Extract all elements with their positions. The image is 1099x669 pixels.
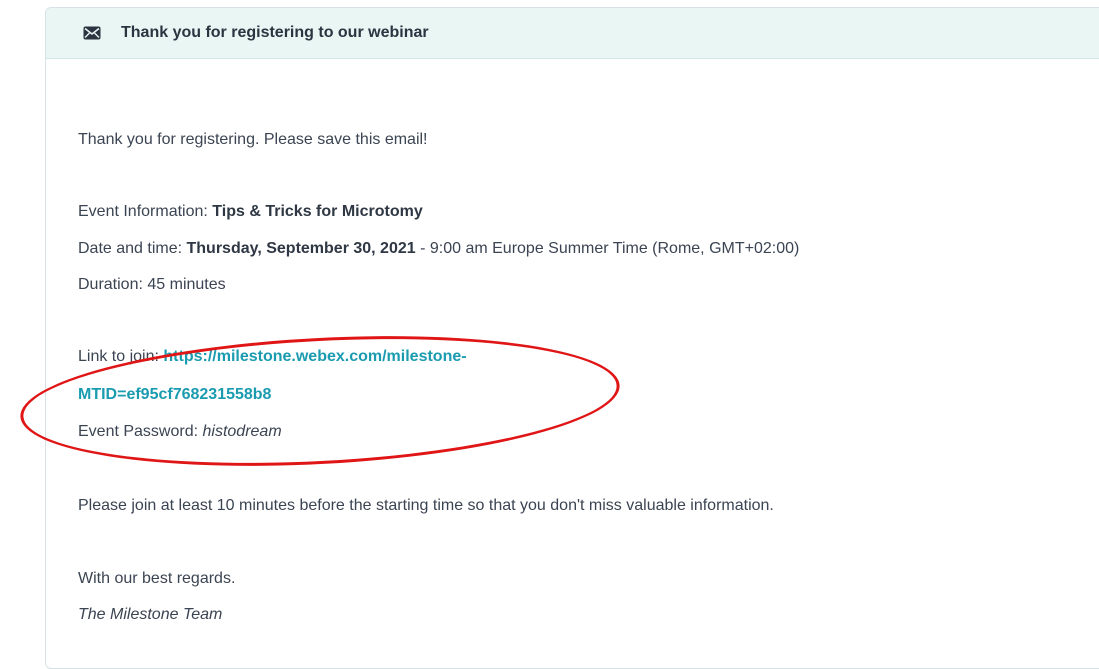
event-time: - 9:00 am Europe Summer Time (Rome, GMT+… bbox=[415, 240, 800, 257]
event-info-label: Event Information: bbox=[78, 203, 213, 220]
event-info-line: Event Information: Tips & Tricks for Mic… bbox=[78, 203, 423, 221]
date-label: Date and time: bbox=[78, 240, 187, 257]
event-name: Tips & Tricks for Microtomy bbox=[212, 203, 423, 220]
greeting-text: Thank you for registering. Please save t… bbox=[78, 131, 428, 148]
event-password: histodream bbox=[202, 423, 282, 440]
link-line: Link to join: https://milestone.webex.co… bbox=[78, 348, 467, 366]
event-date: Thursday, September 30, 2021 bbox=[186, 240, 416, 257]
envelope-icon bbox=[83, 26, 101, 40]
advice-text: Please join at least 10 minutes before t… bbox=[78, 497, 774, 514]
duration-text: Duration: 45 minutes bbox=[78, 276, 226, 293]
link-line-2: MTID=ef95cf768231558b8 bbox=[78, 386, 271, 404]
signature-text: The Milestone Team bbox=[78, 606, 223, 623]
regards-text: With our best regards. bbox=[78, 570, 236, 587]
email-header: Thank you for registering to our webinar bbox=[46, 8, 1099, 59]
password-label: Event Password: bbox=[78, 423, 203, 440]
join-link[interactable]: https://milestone.webex.com/milestone- bbox=[163, 348, 466, 365]
join-link-continued[interactable]: MTID=ef95cf768231558b8 bbox=[78, 386, 271, 403]
password-line: Event Password: histodream bbox=[78, 423, 282, 441]
email-subject: Thank you for registering to our webinar bbox=[121, 24, 429, 41]
date-line: Date and time: Thursday, September 30, 2… bbox=[78, 240, 799, 258]
link-label: Link to join: bbox=[78, 348, 164, 365]
